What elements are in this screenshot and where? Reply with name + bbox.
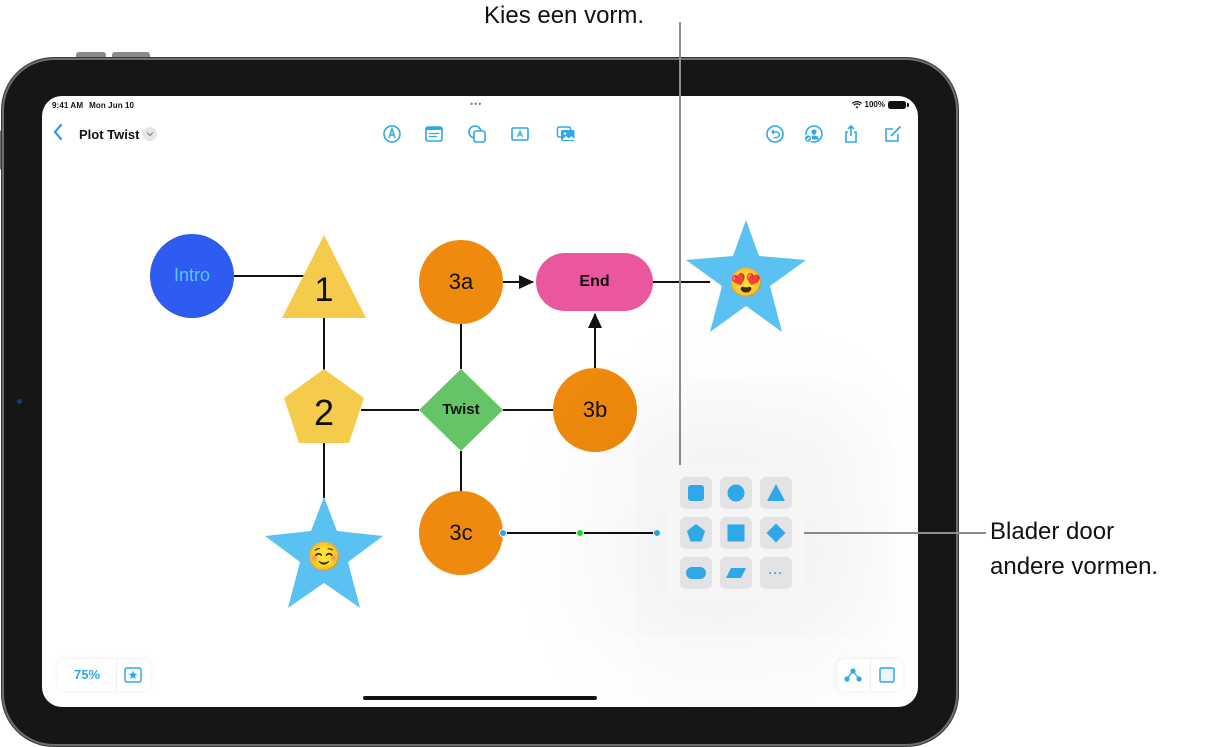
connector-start-handle[interactable] xyxy=(499,529,507,537)
circle-icon xyxy=(727,484,745,502)
connector-end-handle[interactable] xyxy=(653,529,661,537)
ipad-screen: 9:41 AM Mon Jun 10 ••• 100% Plot Twist I… xyxy=(42,96,918,707)
node-label-star-hearts: 😍 xyxy=(728,267,764,298)
zoom-control: 75% xyxy=(58,659,150,691)
zoom-level-button[interactable]: 75% xyxy=(58,659,116,691)
shape-option-rounded-square[interactable] xyxy=(680,477,712,509)
callout-line-top xyxy=(679,22,681,96)
square-icon xyxy=(727,524,745,542)
parallelogram-icon xyxy=(726,568,746,578)
node-label-end: End xyxy=(579,273,610,290)
shape-option-triangle[interactable] xyxy=(760,477,792,509)
more-shapes-button[interactable]: ··· xyxy=(760,557,792,589)
node-label-3a: 3a xyxy=(448,269,474,294)
callout-choose-shape: Kies een vorm. xyxy=(484,2,645,29)
shape-option-square[interactable] xyxy=(720,517,752,549)
star-box-icon xyxy=(124,667,142,683)
node-label-3c: 3c xyxy=(449,520,473,545)
home-indicator[interactable] xyxy=(363,696,597,700)
divider xyxy=(116,659,117,691)
pentagon-icon xyxy=(687,524,705,542)
shape-option-parallelogram[interactable] xyxy=(720,557,752,589)
node-label-1: 1 xyxy=(314,271,334,309)
node-label-2: 2 xyxy=(313,392,335,433)
view-controls xyxy=(837,659,903,691)
favorites-button[interactable] xyxy=(124,666,142,684)
triangle-icon xyxy=(767,484,785,501)
shape-option-circle[interactable] xyxy=(720,477,752,509)
capsule-icon xyxy=(686,567,706,579)
divider xyxy=(870,659,871,691)
connection-mode-button[interactable] xyxy=(843,665,863,685)
shape-option-pentagon[interactable] xyxy=(680,517,712,549)
grid-icon xyxy=(879,667,895,683)
connector-mid-handle[interactable] xyxy=(576,529,584,537)
rounded-square-icon xyxy=(688,485,704,501)
connection-icon xyxy=(844,668,862,682)
callout-line-right-bezel xyxy=(918,532,986,534)
grid-toggle-button[interactable] xyxy=(877,665,897,685)
node-label-twist: Twist xyxy=(442,401,480,418)
node-label-3b: 3b xyxy=(582,397,608,422)
front-camera xyxy=(17,399,22,404)
diamond-icon xyxy=(766,523,786,543)
node-label-star-smile: ☺️ xyxy=(306,541,342,572)
shape-picker-popover: ··· xyxy=(668,465,804,601)
callout-browse-shapes-line2: andere vormen. xyxy=(990,553,1159,580)
shape-option-capsule[interactable] xyxy=(680,557,712,589)
callout-browse-shapes-line1: Blader door xyxy=(990,518,1115,545)
node-label-intro: Intro xyxy=(173,265,211,285)
shape-option-diamond[interactable] xyxy=(760,517,792,549)
